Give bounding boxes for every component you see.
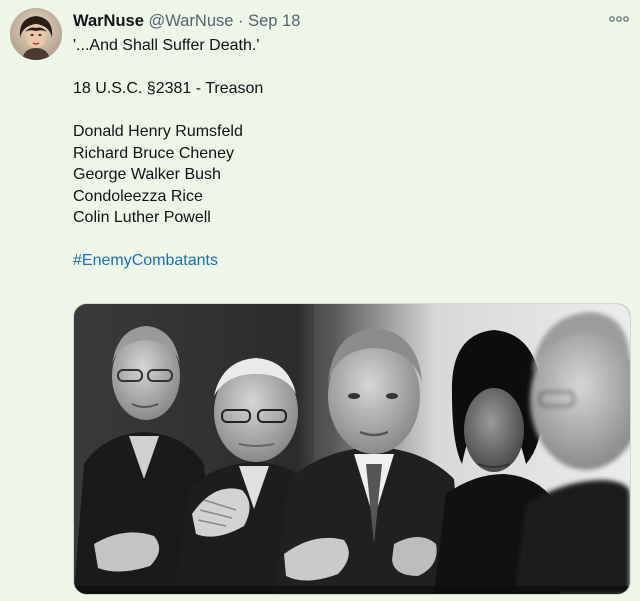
tweet-line-quote: '...And Shall Suffer Death.' bbox=[73, 37, 260, 54]
tweet-line-name-4: Condoleezza Rice bbox=[73, 187, 203, 205]
header-separator: · bbox=[238, 12, 244, 30]
tweet-text: '...And Shall Suffer Death.' 18 U.S.C. §… bbox=[73, 35, 613, 272]
tweet-line-statute: 18 U.S.C. §2381 - Treason bbox=[73, 80, 264, 97]
tweet-line-name-5: Colin Luther Powell bbox=[73, 209, 211, 226]
author-avatar[interactable] bbox=[10, 8, 62, 60]
avatar-portrait-image bbox=[10, 8, 62, 60]
tweet-card[interactable]: WarNuse @WarNuse · Sep 18 '...And Shall … bbox=[0, 0, 640, 601]
more-horizontal-icon[interactable] bbox=[608, 12, 630, 26]
photo-image bbox=[74, 304, 630, 594]
tweet-line-name-2: Richard Bruce Cheney bbox=[73, 144, 234, 162]
author-display-name[interactable]: WarNuse bbox=[73, 12, 144, 30]
hashtag-link[interactable]: #EnemyCombatants bbox=[73, 250, 613, 272]
tweet-line-name-1: Donald Henry Rumsfeld bbox=[73, 123, 243, 140]
tweet-header: WarNuse @WarNuse · Sep 18 bbox=[73, 10, 300, 32]
tweet-date[interactable]: Sep 18 bbox=[248, 12, 300, 30]
tweet-media-photo[interactable] bbox=[73, 303, 631, 595]
author-handle[interactable]: @WarNuse bbox=[149, 12, 234, 30]
tweet-line-name-3: George Walker Bush bbox=[73, 166, 221, 183]
